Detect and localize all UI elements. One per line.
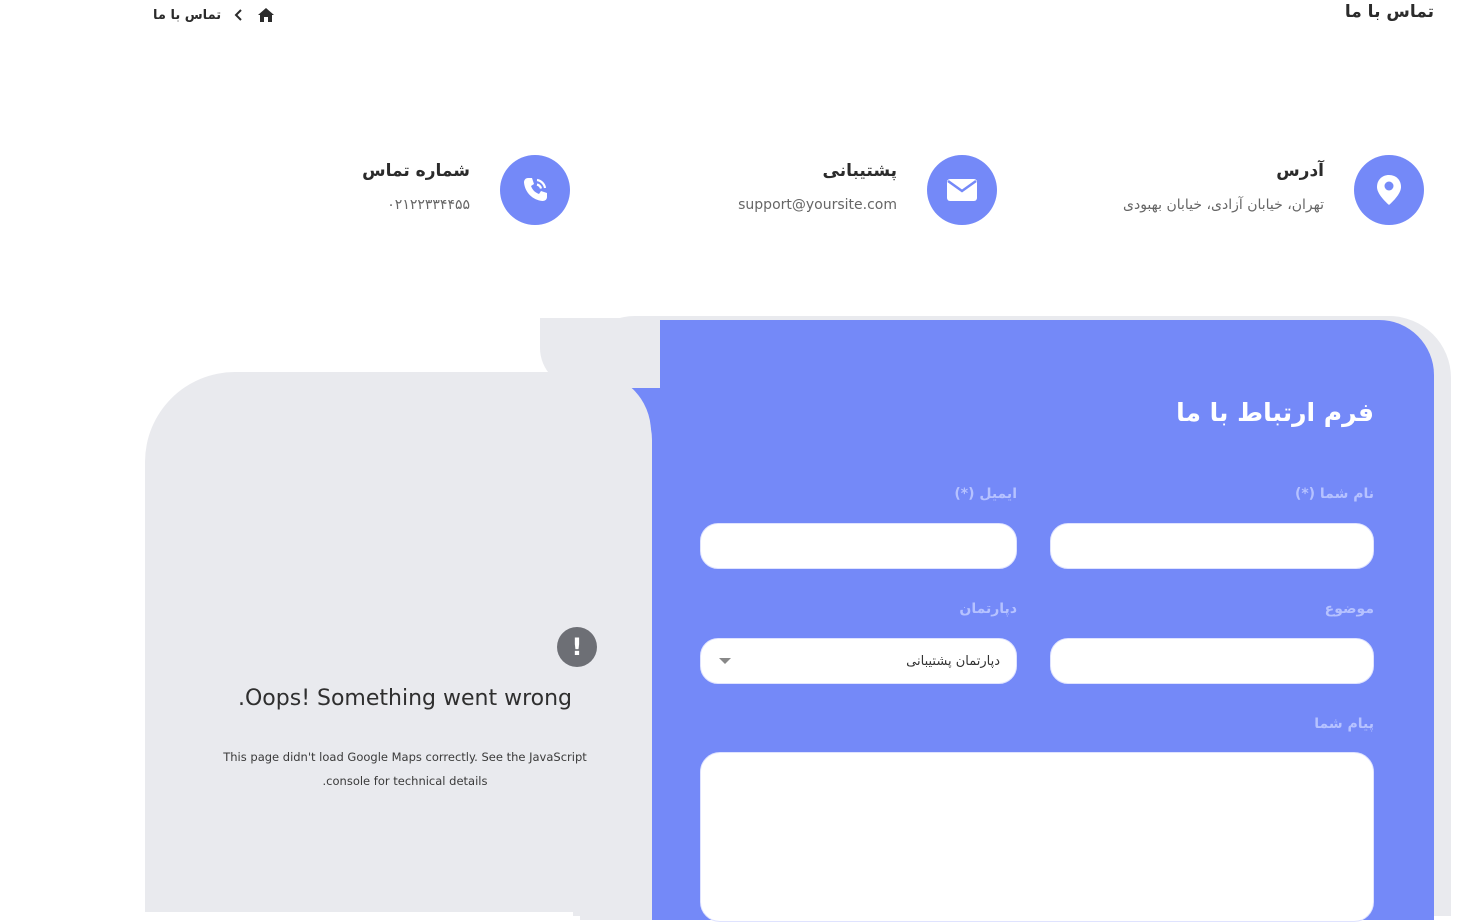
message-label: پیام شما — [1314, 716, 1374, 732]
map-error-line-2: .console for technical details — [322, 774, 488, 788]
subject-input[interactable] — [1050, 638, 1374, 684]
contact-info-support: پشتیبانی support@yoursite.com — [700, 155, 1000, 227]
page-title: تماس با ما — [1344, 2, 1434, 22]
department-label: دپارتمان — [959, 601, 1017, 617]
subject-label: موضوع — [1324, 601, 1374, 617]
form-title: فرم ارتباط با ما — [1176, 398, 1374, 427]
map-error-description: This page didn't load Google Maps correc… — [220, 745, 590, 793]
support-value[interactable]: support@yoursite.com — [738, 197, 897, 213]
exclamation-icon: ! — [557, 627, 597, 667]
contact-info-address: آدرس تهران، خیابان آزادی، خیابان بهبودی — [1090, 155, 1430, 227]
message-textarea[interactable] — [700, 752, 1374, 922]
chevron-down-icon — [719, 658, 731, 664]
phone-value[interactable]: ۰۲۱۲۲۳۳۴۴۵۵ — [387, 197, 470, 213]
map-error-line-1: This page didn't load Google Maps correc… — [223, 750, 587, 764]
address-title: آدرس — [1276, 161, 1324, 181]
email-label: ایمیل (*) — [954, 486, 1017, 502]
address-value: تهران، خیابان آزادی، خیابان بهبودی — [1123, 197, 1324, 213]
name-label: نام شما (*) — [1294, 486, 1374, 502]
mail-icon — [927, 155, 997, 225]
map-error-title: .Oops! Something went wrong — [238, 686, 572, 711]
home-icon[interactable] — [257, 6, 275, 24]
breadcrumb: تماس با ما — [153, 6, 275, 24]
contact-info-phone: شماره تماس ۰۲۱۲۲۳۳۴۴۵۵ — [330, 155, 572, 227]
department-selected: دپارتمان پشتیبانی — [906, 653, 1000, 669]
breadcrumb-current: تماس با ما — [153, 7, 222, 23]
department-select[interactable]: دپارتمان پشتیبانی — [700, 638, 1017, 684]
phone-icon — [500, 155, 570, 225]
map-pin-icon — [1354, 155, 1424, 225]
phone-title: شماره تماس — [362, 161, 470, 181]
email-input[interactable] — [700, 523, 1017, 569]
chevron-left-icon — [231, 7, 247, 23]
support-title: پشتیبانی — [822, 161, 897, 181]
name-input[interactable] — [1050, 523, 1374, 569]
